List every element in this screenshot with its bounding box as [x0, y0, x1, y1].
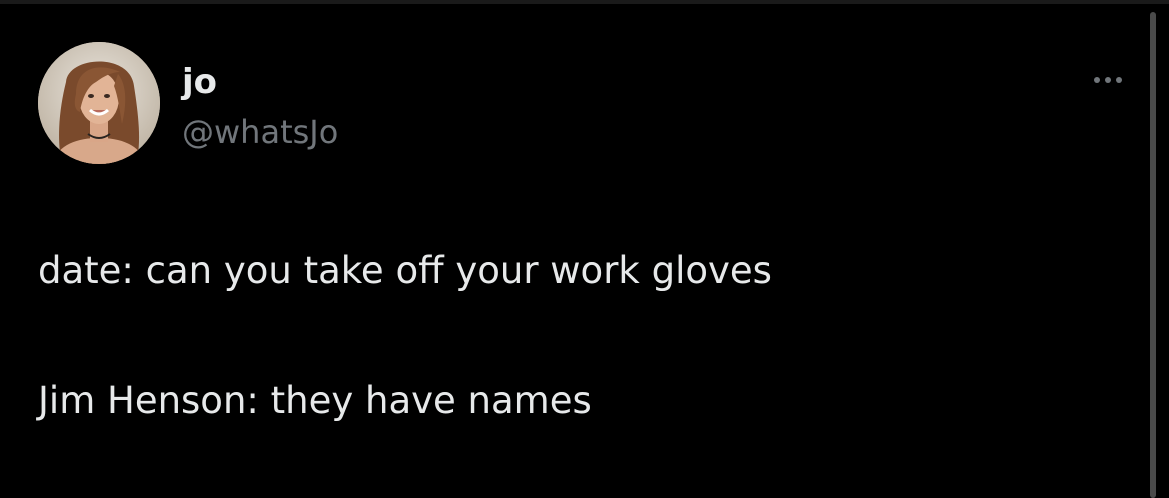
top-divider: [0, 0, 1169, 4]
avatar[interactable]: [38, 42, 160, 164]
avatar-image: [38, 42, 160, 164]
tweet-card: jo @whatsJo date: can you take off your …: [0, 0, 1169, 498]
author-display-name[interactable]: jo: [182, 62, 217, 102]
more-horizontal-icon: [1116, 77, 1122, 83]
tweet-text-line: date: can you take off your work gloves: [38, 249, 772, 292]
more-options-button[interactable]: [1084, 66, 1132, 94]
more-horizontal-icon: [1105, 77, 1111, 83]
tweet-text-line: Jim Henson: they have names: [38, 379, 592, 422]
scrollbar[interactable]: [1150, 12, 1156, 498]
author-handle[interactable]: @whatsJo: [182, 112, 338, 152]
more-horizontal-icon: [1094, 77, 1100, 83]
